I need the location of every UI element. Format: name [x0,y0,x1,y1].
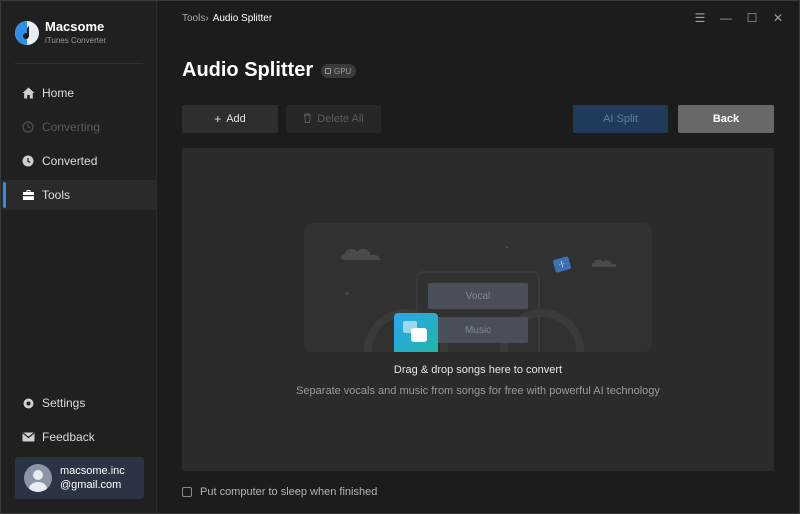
delete-all-button-label: Delete All [317,113,364,125]
app-subtitle: iTunes Converter [45,36,107,45]
breadcrumb-separator: › [205,13,209,24]
drop-illustration: Vocal Music ·|· + • [304,223,652,352]
ai-split-button-label: AI Split [603,113,638,125]
clock-icon [21,154,35,168]
account-card[interactable]: macsome.inc @gmail.com [15,457,144,499]
chip-icon [325,68,331,74]
drop-zone-title: Drag & drop songs here to convert [393,364,563,376]
trash-icon [303,112,312,126]
sidebar-item-settings[interactable]: Settings [1,388,156,418]
breadcrumb-parent[interactable]: Tools [182,13,205,24]
sidebar-divider [15,63,143,64]
drop-zone-subtitle: Separate vocals and music from songs for… [296,385,660,397]
home-icon [21,86,35,100]
music-track-pill: Music [428,317,528,343]
add-button-label: Add [226,113,246,125]
drop-zone[interactable]: Vocal Music ·|· + • Drag & drop songs he… [182,148,774,471]
sidebar-item-feedback[interactable]: Feedback [1,422,156,452]
maximize-icon[interactable]: ☐ [745,11,759,25]
sidebar-item-converted[interactable]: Converted [1,146,156,176]
add-button[interactable]: + Add [182,105,278,133]
window-controls: ☰ — ☐ ✕ [693,11,785,25]
macsome-logo-icon [15,21,39,45]
menu-icon[interactable]: ☰ [693,11,707,25]
sleep-option[interactable]: Put computer to sleep when finished [182,486,377,498]
sidebar-item-label: Converted [42,154,98,168]
ai-split-button[interactable]: AI Split [573,105,668,133]
app-name: Macsome [45,19,105,34]
close-icon[interactable]: ✕ [771,11,785,25]
cloud-icon [591,259,617,267]
delete-all-button[interactable]: Delete All [286,105,381,133]
breadcrumb-current: Audio Splitter [212,13,273,24]
back-button-label: Back [712,113,740,125]
sidebar-item-converting: Converting [1,112,156,142]
breadcrumb: Tools› Audio Splitter [182,13,272,24]
page-title: Audio Splitter [182,59,314,81]
converting-icon [21,120,35,134]
gpu-badge: GPU [321,64,357,78]
toolbox-icon [21,188,35,202]
app-logo: Macsome iTunes Converter [15,19,106,47]
sidebar-item-label: Feedback [42,430,95,444]
sidebar-item-label: Settings [42,396,86,410]
plus-icon: + [214,112,222,126]
account-email-line2: @gmail.com [60,479,122,491]
sleep-option-label: Put computer to sleep when finished [200,486,378,498]
gear-icon [21,396,35,410]
mail-icon [21,430,35,444]
splitter-app-icon [394,313,438,352]
back-button[interactable]: Back [678,105,774,133]
sidebar-item-label: Converting [42,120,101,134]
sleep-checkbox[interactable] [182,487,192,497]
sidebar: Macsome iTunes Converter Home Converting… [1,1,157,513]
sidebar-item-label: Tools [42,188,71,202]
avatar [24,464,52,492]
gpu-badge-label: GPU [334,66,352,76]
sidebar-item-label: Home [42,86,75,100]
sparkle-icon: • [506,245,509,252]
account-email-line1: macsome.inc [60,465,125,477]
app-window: Macsome iTunes Converter Home Converting… [0,0,800,514]
vocal-track-pill: Vocal [428,283,528,309]
minimize-icon[interactable]: — [719,11,733,25]
cloud-icon [341,248,380,260]
sparkle-icon: + [344,289,350,300]
sidebar-item-tools[interactable]: Tools [1,180,156,210]
sidebar-item-home[interactable]: Home [1,78,156,108]
